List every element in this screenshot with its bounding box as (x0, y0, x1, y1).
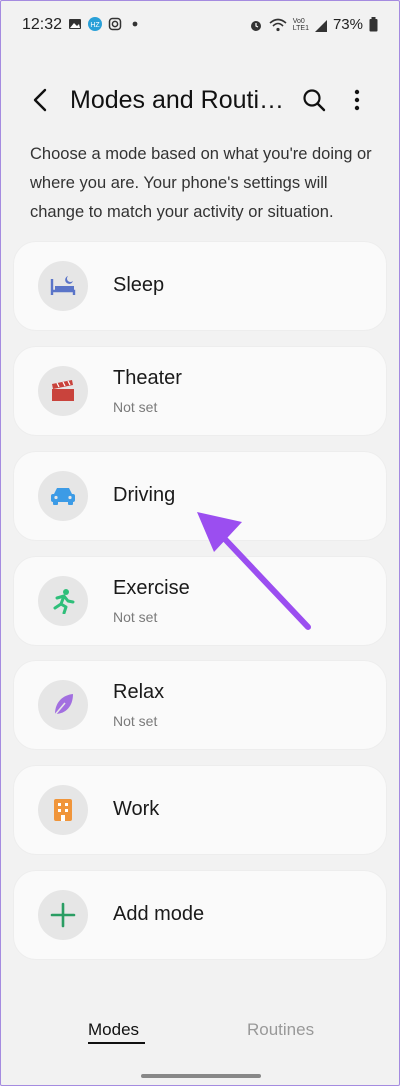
mode-card-exercise[interactable]: Exercise Not set (14, 557, 386, 645)
signal-icon (314, 19, 327, 32)
tab-modes[interactable]: Modes (88, 1020, 139, 1040)
building-icon (54, 799, 72, 821)
network-indicator: Vo0 LTE1 (292, 17, 309, 32)
mode-card-work[interactable]: Work (14, 766, 386, 854)
page-title: Modes and Routi… (70, 86, 285, 114)
mode-icon-bg (38, 366, 88, 416)
instagram-icon (108, 17, 122, 31)
dot-icon (132, 21, 138, 27)
mode-label: Add mode (113, 903, 205, 925)
mode-card-sleep[interactable]: Sleep (14, 242, 386, 330)
mode-label: Driving (113, 484, 176, 506)
clapperboard-icon (52, 380, 74, 401)
mode-icon-bg (38, 471, 88, 521)
add-mode-button[interactable]: Add mode (14, 871, 386, 959)
mode-icon-bg (38, 576, 88, 626)
mode-status: Not set (113, 609, 158, 625)
alarm-icon (250, 20, 261, 31)
bed-icon (50, 276, 76, 295)
gallery-icon (69, 19, 81, 29)
mode-status: Not set (113, 399, 158, 415)
plus-icon (50, 902, 76, 928)
more-options-icon[interactable] (350, 88, 364, 112)
tab-routines[interactable]: Routines (247, 1020, 314, 1040)
mode-icon-bg (38, 785, 88, 835)
status-right: Vo0 LTE1 73% (249, 16, 378, 33)
mode-label: Relax (113, 681, 165, 703)
mode-label: Exercise (113, 577, 190, 599)
car-icon (51, 488, 75, 505)
mode-label: Sleep (113, 274, 165, 296)
tab-underline (88, 1042, 145, 1044)
mode-icon-bg (38, 680, 88, 730)
bottom-tab-bar: Modes Routines (0, 1010, 400, 1054)
mode-label: Theater (113, 367, 182, 389)
back-arrow-icon[interactable] (28, 86, 54, 114)
runner-icon (53, 589, 75, 614)
page-description: Choose a mode based on what you're doing… (30, 145, 372, 221)
mode-icon-bg (38, 261, 88, 311)
mode-label: Work (113, 798, 160, 820)
battery-icon (369, 17, 378, 32)
svg-text:HZ: HZ (90, 22, 100, 29)
mode-icon-bg (38, 890, 88, 940)
leaf-icon (53, 694, 73, 717)
app-header: Modes and Routi… (0, 76, 400, 126)
mode-card-theater[interactable]: Theater Not set (14, 347, 386, 435)
app-badge-icon: HZ (88, 17, 102, 31)
wifi-icon (269, 18, 287, 31)
status-time: 12:32 (22, 16, 63, 33)
battery-percent: 73% (332, 16, 363, 33)
mode-status: Not set (113, 713, 158, 729)
mode-card-driving[interactable]: Driving (14, 452, 386, 540)
home-indicator[interactable] (141, 1074, 261, 1078)
search-icon[interactable] (302, 88, 326, 112)
mode-card-relax[interactable]: Relax Not set (14, 661, 386, 749)
notification-icons: HZ (68, 17, 142, 31)
status-bar: 12:32 HZ Vo0 LTE1 73% (0, 0, 400, 52)
